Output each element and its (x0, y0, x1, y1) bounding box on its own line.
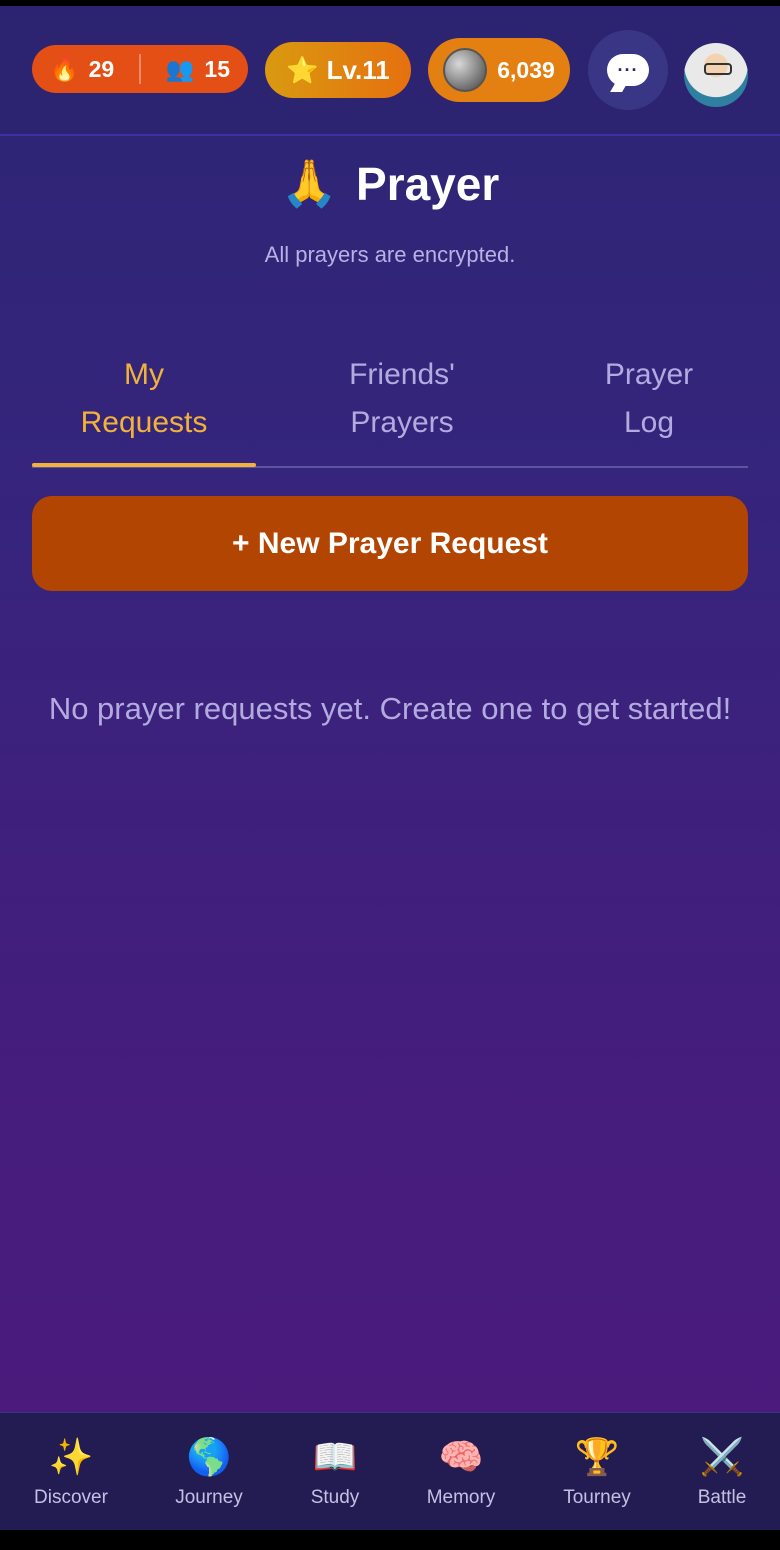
new-prayer-request-button[interactable]: + New Prayer Request (32, 496, 748, 591)
nav-label: Battle (697, 1487, 747, 1508)
tab-label-line: Prayers (350, 406, 454, 439)
crossed-swords-icon: ⚔️ (699, 1436, 745, 1477)
nav-label: Memory (426, 1487, 496, 1508)
nav-label: Discover (34, 1487, 108, 1508)
active-tab-indicator (32, 463, 256, 467)
tab-my-requests[interactable]: My Requests (32, 351, 256, 447)
streak-count: 29 (88, 55, 115, 82)
top-bar: 🔥 29 👥 15 ⭐ Lv.11 6,039 ··· (0, 6, 780, 136)
brain-icon: 🧠 (438, 1436, 484, 1477)
tab-label-line: Prayer (604, 358, 694, 391)
tab-prayer-log[interactable]: Prayer Log (537, 351, 761, 447)
page-subtitle: All prayers are encrypted. (264, 242, 516, 267)
page-title-text: Prayer (356, 157, 500, 210)
nav-memory[interactable]: 🧠 Memory (396, 1435, 526, 1509)
tab-label-line: My (124, 358, 164, 391)
nav-battle[interactable]: ⚔️ Battle (657, 1435, 780, 1509)
tab-label-line: Requests (80, 406, 208, 439)
book-icon: 📖 (312, 1436, 358, 1477)
friends-count: 15 (204, 55, 230, 82)
empty-state-message: No prayer requests yet. Create one to ge… (48, 691, 732, 726)
chat-button[interactable]: ··· (588, 30, 668, 110)
nav-label: Study (310, 1487, 360, 1508)
app-screen: 🔥 29 👥 15 ⭐ Lv.11 6,039 ··· 🙏 Prayer All… (0, 6, 780, 1530)
pill-divider (139, 54, 141, 84)
nav-tourney[interactable]: 🏆 Tourney (532, 1435, 662, 1509)
nav-discover[interactable]: ✨ Discover (6, 1435, 136, 1509)
streak-counter: 🔥 29 (50, 56, 114, 83)
nav-journey[interactable]: 🌎 Journey (144, 1435, 274, 1509)
nav-study[interactable]: 📖 Study (270, 1435, 400, 1509)
avatar[interactable] (684, 43, 748, 107)
tab-label-line: Friends' (349, 358, 455, 391)
tab-friends-prayers[interactable]: Friends' Prayers (290, 351, 514, 447)
tab-bar: My Requests Friends' Prayers Prayer Log (32, 351, 748, 463)
level-label: Lv.11 (326, 54, 390, 85)
globe-icon: 🌎 (186, 1436, 232, 1477)
nav-label: Journey (175, 1487, 243, 1508)
coin-count: 6,039 (497, 56, 555, 83)
streak-friends-pill[interactable]: 🔥 29 👥 15 (32, 45, 248, 93)
friends-counter: 👥 15 (166, 56, 230, 83)
praying-hands-icon: 🙏 (280, 157, 339, 209)
tab-label-line: Log (623, 406, 675, 439)
coin-icon (443, 48, 488, 92)
trophy-icon: 🏆 (574, 1436, 620, 1477)
avatar-glasses-icon (704, 63, 732, 75)
sparkles-icon: ✨ (48, 1436, 94, 1477)
star-icon: ⭐ (286, 54, 319, 85)
friends-icon: 👥 (165, 55, 195, 82)
level-pill[interactable]: ⭐ Lv.11 (265, 42, 411, 98)
chat-bubble-icon: ··· (607, 54, 649, 86)
fire-icon: 🔥 (50, 55, 79, 82)
coin-pill[interactable]: 6,039 (428, 38, 570, 102)
page-title: 🙏 Prayer (0, 156, 780, 211)
bottom-nav: ✨ Discover 🌎 Journey 📖 Study 🧠 Memory 🏆 … (0, 1412, 780, 1530)
nav-label: Tourney (563, 1487, 631, 1508)
